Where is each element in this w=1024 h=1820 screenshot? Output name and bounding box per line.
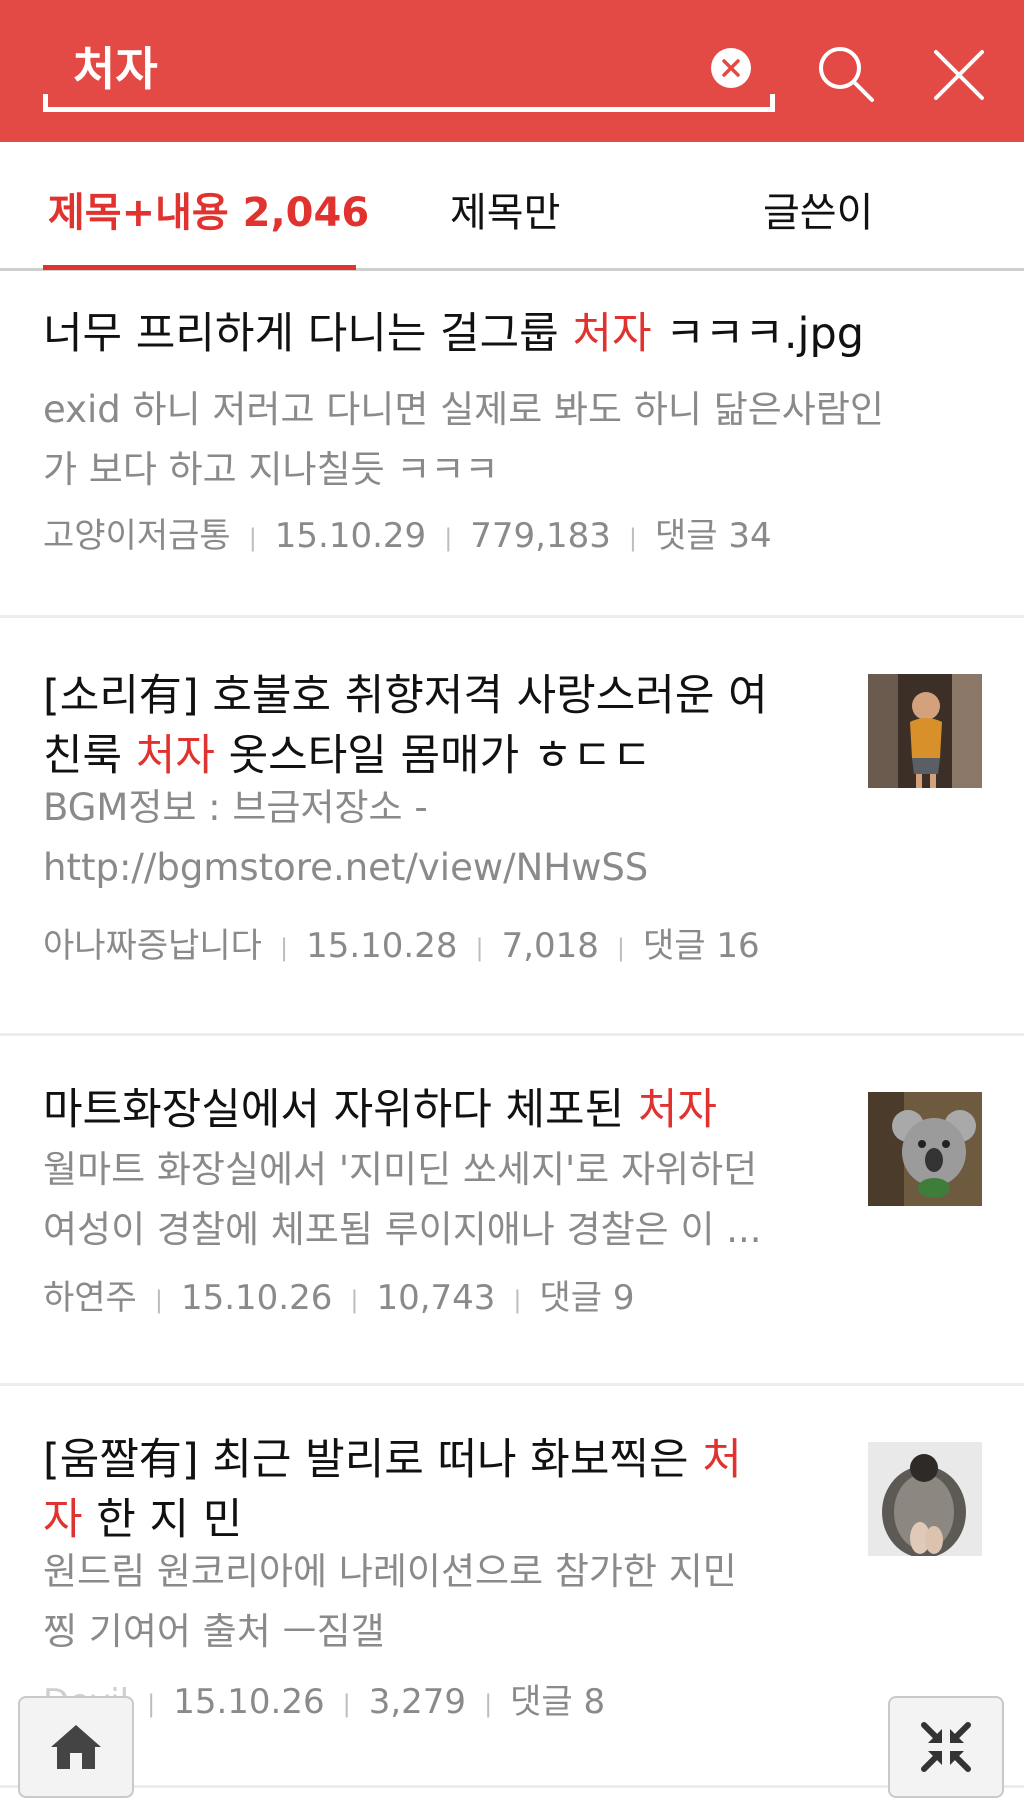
- list-item[interactable]: [소리有] 호불호 취향저격 사랑스러운 여 친룩 처자 옷스타일 몸매가 ㅎㄷ…: [0, 618, 1024, 1036]
- search-underline: [43, 107, 775, 112]
- post-thumbnail[interactable]: [868, 1442, 982, 1556]
- home-icon: [51, 1725, 101, 1769]
- highlight: 자: [43, 1495, 83, 1545]
- highlight: 처자: [572, 309, 652, 359]
- highlight: 처자: [637, 1085, 717, 1135]
- clear-search-button[interactable]: [711, 48, 751, 88]
- close-button[interactable]: [924, 40, 994, 110]
- post-date: 15.10.26: [173, 1682, 325, 1722]
- search-tabs: 제목+내용 2,046 제목만 글쓴이: [0, 142, 1024, 271]
- post-snippet: exid 하니 저러고 다니면 실제로 봐도 하니 닮은사람인 가 보다 하고 …: [43, 388, 884, 491]
- tab-title-content[interactable]: 제목+내용 2,046: [48, 180, 369, 238]
- close-icon: [934, 50, 984, 100]
- thumbnail-image: [868, 1092, 982, 1206]
- tab-author[interactable]: 글쓴이: [763, 180, 873, 238]
- collapse-icon: [921, 1722, 971, 1772]
- post-date: 15.10.28: [306, 926, 458, 966]
- post-comments: 댓글 9: [539, 1278, 635, 1318]
- post-meta: 하연주 | 15.10.26 | 10,743 | 댓글 9: [43, 1278, 635, 1318]
- post-views: 7,018: [501, 926, 599, 966]
- post-meta: 고양이저금통 | 15.10.29 | 779,183 | 댓글 34: [43, 516, 772, 556]
- post-views: 10,743: [376, 1278, 496, 1318]
- post-title[interactable]: 너무 프리하게 다니는 걸그룹 처자 ㅋㅋㅋ.jpg: [43, 304, 864, 364]
- post-comments: 댓글 34: [654, 516, 772, 556]
- search-box: [43, 28, 775, 112]
- post-snippet: BGM정보 : 브금저장소 - http://bgmstore.net/view…: [43, 786, 649, 889]
- post-date: 15.10.29: [274, 516, 427, 556]
- search-input[interactable]: [73, 38, 713, 94]
- thumbnail-image: [868, 1442, 982, 1556]
- list-item[interactable]: 너무 프리하게 다니는 걸그룹 처자 ㅋㅋㅋ.jpg exid 하니 저러고 다…: [0, 268, 1024, 618]
- collapse-button[interactable]: [888, 1696, 1004, 1798]
- post-author: 아나짜증납니다: [43, 926, 262, 966]
- post-date: 15.10.26: [180, 1278, 333, 1318]
- tab-title-only[interactable]: 제목만: [450, 180, 560, 238]
- post-comments: 댓글 8: [510, 1682, 606, 1722]
- post-comments: 댓글 16: [643, 926, 760, 966]
- clear-icon: [722, 59, 740, 77]
- result-list: 너무 프리하게 다니는 걸그룹 처자 ㅋㅋㅋ.jpg exid 하니 저러고 다…: [0, 268, 1024, 1788]
- post-snippet: 월마트 화장실에서 '지미딘 쏘세지'로 자위하던 여성이 경찰에 체포됨 루이…: [43, 1148, 762, 1251]
- post-title[interactable]: 마트화장실에서 자위하다 체포된 처자: [43, 1080, 717, 1140]
- post-title[interactable]: [소리有] 호불호 취향저격 사랑스러운 여 친룩 처자 옷스타일 몸매가 ㅎㄷ…: [43, 666, 843, 786]
- post-meta: 아나짜증납니다 | 15.10.28 | 7,018 | 댓글 16: [43, 926, 760, 966]
- post-thumbnail[interactable]: [868, 1092, 982, 1206]
- list-item[interactable]: 마트화장실에서 자위하다 체포된 처자 월마트 화장실에서 '지미딘 쏘세지'로…: [0, 1036, 1024, 1386]
- post-views: 3,279: [368, 1682, 467, 1722]
- thumbnail-image: [868, 674, 982, 788]
- post-author: 하연주: [43, 1278, 137, 1318]
- post-author: 고양이저금통: [43, 516, 231, 556]
- highlight: 처: [702, 1435, 742, 1485]
- post-thumbnail[interactable]: [868, 674, 982, 788]
- search-header: [0, 0, 1024, 142]
- list-item[interactable]: [움짤有] 최근 발리로 떠나 화보찍은 처 자 한 지 민 원드림 원코리아에…: [0, 1386, 1024, 1788]
- highlight: 처자: [135, 731, 215, 781]
- post-snippet: 원드림 원코리아에 나레이션으로 참가한 지민 찡 기여어 출처 ㅡ짐갤: [43, 1550, 737, 1653]
- post-views: 779,183: [470, 516, 611, 556]
- search-button[interactable]: [812, 40, 882, 110]
- search-icon: [819, 47, 874, 102]
- post-title[interactable]: [움짤有] 최근 발리로 떠나 화보찍은 처 자 한 지 민: [43, 1430, 863, 1550]
- home-button[interactable]: [18, 1696, 134, 1798]
